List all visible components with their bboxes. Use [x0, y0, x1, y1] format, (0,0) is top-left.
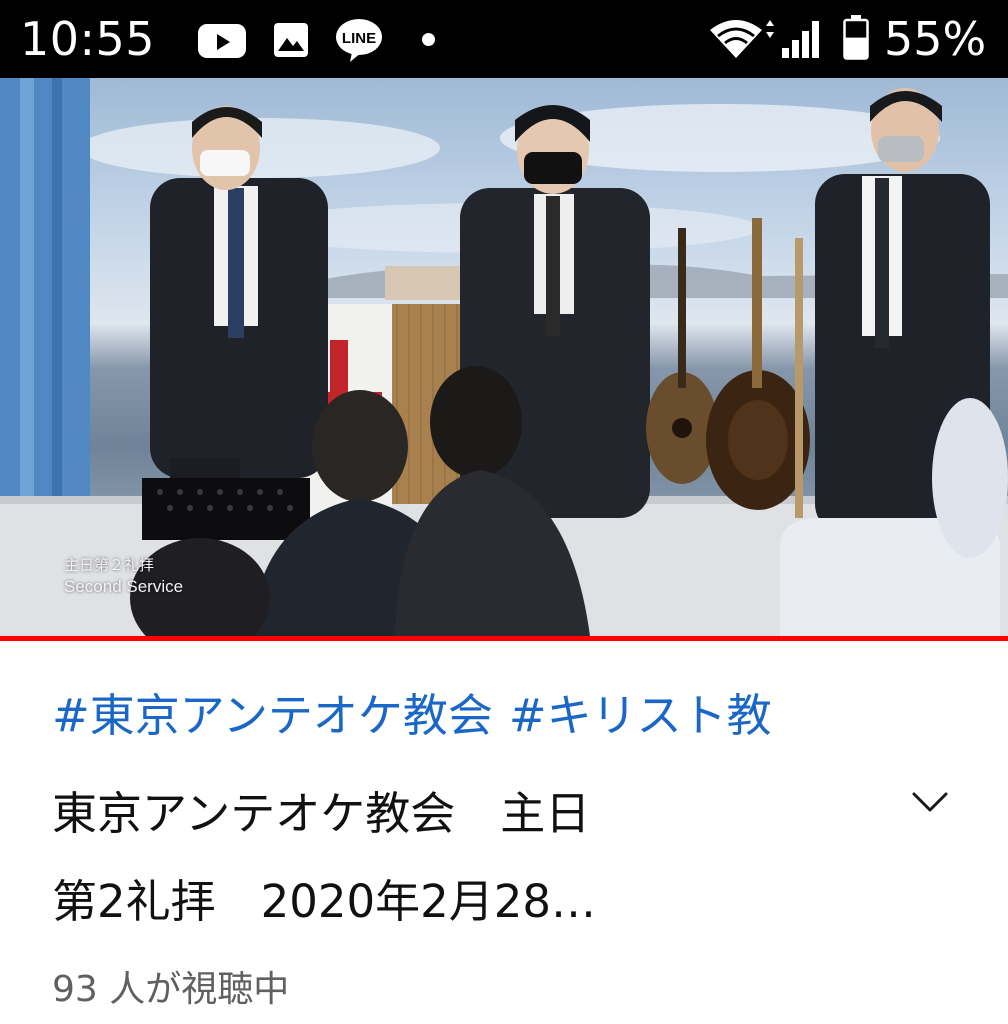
- video-progress-bar[interactable]: [0, 636, 1008, 641]
- hashtag-link[interactable]: #キリスト教: [509, 689, 772, 742]
- notification-dot-icon: [422, 33, 435, 46]
- video-progress-fill: [0, 636, 1008, 641]
- line-app-icon: LINE: [336, 19, 382, 62]
- hashtag-link[interactable]: #東京アンテオケ教会: [52, 689, 493, 742]
- overlay-caption-jp: 主日第２礼拝: [64, 557, 155, 574]
- live-viewer-count: 93 人が視聴中: [52, 969, 290, 1010]
- status-time: 10:55: [20, 12, 156, 66]
- battery-percent: 55%: [884, 12, 987, 66]
- line-badge-text: LINE: [342, 30, 376, 47]
- gallery-icon: [274, 23, 308, 57]
- battery-icon: [843, 15, 869, 60]
- video-title-line: 第2礼拝 2020年2月28…: [52, 875, 597, 928]
- chevron-down-icon[interactable]: [910, 782, 950, 822]
- video-player[interactable]: 主日第２礼拝 Second Service: [0, 78, 1008, 636]
- video-title[interactable]: 東京アンテオケ教会 主日 第2礼拝 2020年2月28…: [52, 770, 872, 946]
- video-title-line: 東京アンテオケ教会 主日: [52, 787, 591, 840]
- video-overlay-caption: 主日第２礼拝 Second Service: [64, 556, 183, 598]
- wifi-icon: [710, 20, 774, 58]
- video-frame: [0, 78, 1008, 636]
- cell-signal-icon: [782, 21, 819, 58]
- hashtag-row: #東京アンテオケ教会 #キリスト教: [52, 686, 982, 746]
- status-bar: 10:55 LINE 55%: [0, 0, 1008, 78]
- youtube-icon: [198, 24, 246, 58]
- overlay-caption-en: Second Service: [64, 577, 184, 596]
